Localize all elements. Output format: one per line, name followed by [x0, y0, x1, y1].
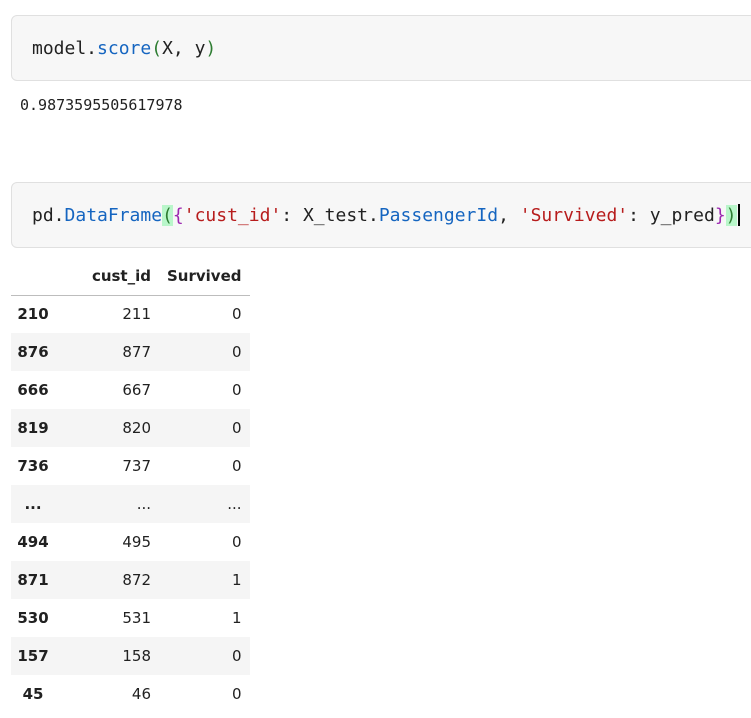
code-token-open-brace: { [172, 204, 184, 226]
row-index: 819 [17, 419, 49, 437]
row-index: 666 [17, 381, 49, 399]
row-index: ... [24, 495, 42, 513]
row-index: 45 [22, 685, 44, 703]
cell-survived: 0 [231, 419, 242, 437]
cell-survived: 0 [231, 647, 242, 665]
table-row: 45 46 0 [11, 675, 250, 713]
code-token-object: model. [32, 37, 98, 59]
table-row-ellipsis: ......... [11, 485, 250, 523]
cell-survived: 0 [231, 457, 242, 475]
cell-survived: 0 [231, 685, 242, 703]
code-token-expression2: : y_pred [628, 204, 715, 226]
row-index: 871 [17, 571, 49, 589]
dataframe-output-table: cust_id Survived 210 211 0 876 877 0 666 667 0… [11, 258, 250, 713]
code-token-close-brace: } [714, 204, 726, 226]
column-header-survived: Survived [159, 258, 250, 296]
code-cell-score[interactable]: model. score(X, y) [11, 15, 751, 81]
cell-survived: 0 [231, 381, 242, 399]
cell-cust-id: ... [136, 495, 151, 513]
cell-cust-id: 877 [122, 343, 151, 361]
cell-cust-id: 820 [122, 419, 151, 437]
code-token-expression1: : X_test. [281, 204, 379, 226]
table-row: 736 737 0 [11, 447, 250, 485]
text-cursor [737, 204, 740, 226]
code-token-string-key1: 'cust_id' [183, 204, 282, 226]
code-token-args: X, y [162, 37, 206, 59]
cell-cust-id: 46 [131, 685, 151, 703]
cell-cust-id: 495 [122, 533, 151, 551]
code-token-string-key2: 'Survived' [519, 204, 629, 226]
cell-survived: 1 [231, 571, 242, 589]
cell-survived: 0 [231, 343, 242, 361]
code-token-attribute: PassengerId [378, 204, 499, 226]
row-index: 876 [17, 343, 49, 361]
row-index: 494 [17, 533, 49, 551]
code-token-close-paren: ) [205, 37, 217, 59]
code-token-comma: , [498, 204, 520, 226]
code-token-module: pd. [32, 204, 65, 226]
table-header-row: cust_id Survived [11, 258, 250, 296]
row-index: 210 [17, 305, 49, 324]
code-token-open-paren: ( [162, 204, 173, 226]
cell-cust-id: 531 [122, 609, 151, 627]
cell-cust-id: 158 [122, 647, 151, 665]
table-row: 210 211 0 [11, 295, 250, 333]
cell-survived: 0 [231, 305, 242, 324]
index-header [11, 258, 55, 296]
code-token-function: score [97, 37, 152, 59]
cell-cust-id: 737 [122, 457, 151, 475]
cell-cust-id: 211 [122, 305, 151, 324]
table-row: 871 872 1 [11, 561, 250, 599]
table-row: 157 158 0 [11, 637, 250, 675]
table-row: 494 495 0 [11, 523, 250, 561]
cell-cust-id: 872 [122, 571, 151, 589]
row-index: 736 [17, 457, 49, 475]
cell-survived: 1 [231, 609, 242, 627]
cell-survived: ... [227, 495, 242, 513]
column-header-cust-id: cust_id [55, 258, 159, 296]
table-row: 819 820 0 [11, 409, 250, 447]
row-index: 157 [17, 647, 49, 665]
cell-survived: 0 [231, 533, 242, 551]
table-row: 876 877 0 [11, 333, 250, 371]
table-row: 530 531 1 [11, 599, 250, 637]
code-token-open-paren: ( [151, 37, 163, 59]
cell-cust-id: 667 [122, 381, 151, 399]
table-row: 666 667 0 [11, 371, 250, 409]
code-cell-dataframe[interactable]: pd. DataFrame({'cust_id': X_test. Passenge… [11, 182, 751, 248]
row-index: 530 [17, 609, 49, 627]
code-token-function: DataFrame [64, 204, 163, 226]
cell-output-score: 0.9873595505617978 [20, 96, 183, 114]
code-token-close-paren: ) [725, 204, 737, 226]
